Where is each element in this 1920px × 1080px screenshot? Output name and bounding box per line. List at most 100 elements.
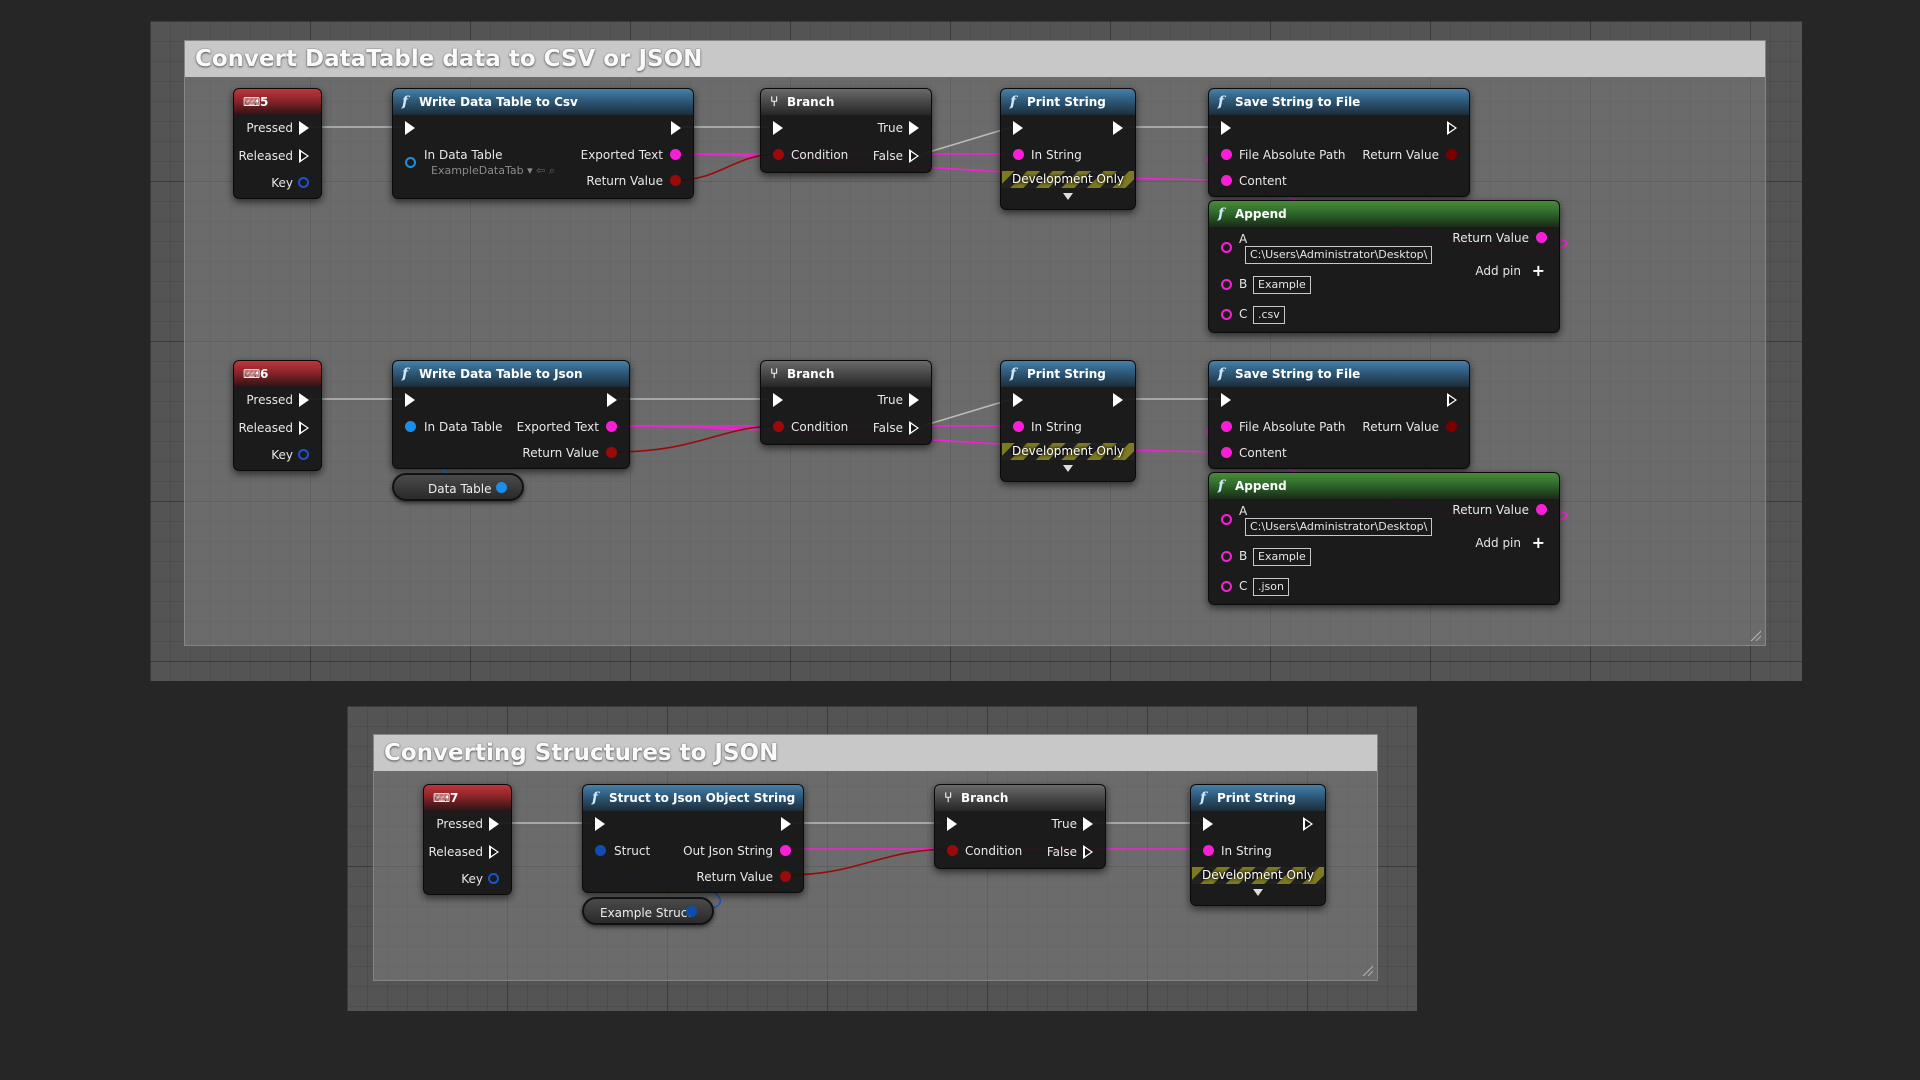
string-pin-return-value[interactable] bbox=[1536, 504, 1547, 515]
bool-pin-return-value[interactable] bbox=[780, 871, 791, 882]
exec-pin-out[interactable] bbox=[607, 393, 617, 407]
exec-pin-out[interactable] bbox=[781, 817, 791, 831]
bool-pin-return-value[interactable] bbox=[670, 175, 681, 186]
exec-pin-in[interactable] bbox=[595, 817, 605, 831]
save-string-to-file-node[interactable]: f Save String to File File Absolute Path … bbox=[1208, 88, 1470, 197]
exec-pin-in[interactable] bbox=[773, 393, 783, 407]
bool-pin-condition[interactable] bbox=[947, 845, 958, 856]
string-pin-b[interactable] bbox=[1221, 279, 1232, 290]
text-input-a[interactable]: C:\Users\Administrator\Desktop\ bbox=[1245, 518, 1433, 536]
print-string-node[interactable]: f Print String In String Development Only bbox=[1000, 88, 1136, 210]
exec-pin-pressed[interactable] bbox=[489, 817, 499, 831]
pin-label-add-pin[interactable]: Add pin bbox=[1475, 536, 1521, 550]
expand-arrow-icon[interactable] bbox=[1253, 889, 1263, 896]
append-node[interactable]: f Append A C:\Users\Administrator\Desktop… bbox=[1208, 472, 1560, 605]
string-pin-a[interactable] bbox=[1221, 514, 1232, 525]
node-title: Print String bbox=[1027, 367, 1106, 381]
string-pin-c[interactable] bbox=[1221, 581, 1232, 592]
object-pin-in-data-table[interactable] bbox=[405, 157, 416, 168]
string-pin-exported-text[interactable] bbox=[670, 149, 681, 160]
struct-pin-struct[interactable] bbox=[595, 845, 606, 856]
string-pin-file-path[interactable] bbox=[1221, 149, 1232, 160]
text-input-c[interactable]: .json bbox=[1253, 578, 1289, 596]
key-event-node[interactable]: ⌨ 6 Pressed Released Key bbox=[233, 360, 322, 471]
comment-title[interactable]: Converting Structures to JSON bbox=[374, 735, 1377, 771]
write-datatable-json-node[interactable]: f Write Data Table to Json In Data Table … bbox=[392, 360, 630, 469]
exec-pin-out[interactable] bbox=[1447, 121, 1457, 135]
exec-pin-pressed[interactable] bbox=[299, 121, 309, 135]
string-pin-return-value[interactable] bbox=[1536, 232, 1547, 243]
resize-grip[interactable] bbox=[1749, 629, 1761, 641]
exec-pin-out[interactable] bbox=[1303, 817, 1313, 831]
write-datatable-csv-node[interactable]: f Write Data Table to Csv In Data Table E… bbox=[392, 88, 694, 199]
exec-pin-released[interactable] bbox=[299, 149, 309, 163]
string-pin-b[interactable] bbox=[1221, 551, 1232, 562]
bool-pin-condition[interactable] bbox=[773, 149, 784, 160]
exec-pin-true[interactable] bbox=[909, 121, 919, 135]
object-pin-in-data-table[interactable] bbox=[405, 421, 416, 432]
save-string-to-file-node[interactable]: f Save String to File File Absolute Path … bbox=[1208, 360, 1470, 469]
print-string-node[interactable]: f Print String In String Development Only bbox=[1190, 784, 1326, 906]
comment-title[interactable]: Convert DataTable data to CSV or JSON bbox=[185, 41, 1765, 77]
string-pin-file-path[interactable] bbox=[1221, 421, 1232, 432]
exec-pin-false[interactable] bbox=[1083, 845, 1093, 859]
text-input-c[interactable]: .csv bbox=[1253, 306, 1285, 324]
bool-pin-condition[interactable] bbox=[773, 421, 784, 432]
string-pin-content[interactable] bbox=[1221, 175, 1232, 186]
asset-dropdown[interactable]: ExampleDataTab ▾ ⇦ ⌕ bbox=[431, 164, 555, 178]
exec-pin-in[interactable] bbox=[1221, 121, 1231, 135]
expand-arrow-icon[interactable] bbox=[1063, 193, 1073, 200]
exec-pin-in[interactable] bbox=[1013, 121, 1023, 135]
exec-pin-in[interactable] bbox=[1221, 393, 1231, 407]
text-input-b[interactable]: Example bbox=[1253, 548, 1311, 566]
exec-pin-in[interactable] bbox=[773, 121, 783, 135]
pin-label-add-pin[interactable]: Add pin bbox=[1475, 264, 1521, 278]
exec-pin-out[interactable] bbox=[1447, 393, 1457, 407]
exec-pin-released[interactable] bbox=[299, 421, 309, 435]
append-node[interactable]: f Append A C:\Users\Administrator\Desktop… bbox=[1208, 200, 1560, 333]
bool-pin-return-value[interactable] bbox=[1446, 421, 1457, 432]
string-pin-in-string[interactable] bbox=[1203, 845, 1214, 856]
key-event-node[interactable]: ⌨ 5 Pressed Released Key bbox=[233, 88, 322, 199]
text-input-a[interactable]: C:\Users\Administrator\Desktop\ bbox=[1245, 246, 1433, 264]
print-string-node[interactable]: f Print String In String Development Only bbox=[1000, 360, 1136, 482]
exec-pin-true[interactable] bbox=[1083, 817, 1093, 831]
struct-pin-key[interactable] bbox=[488, 873, 499, 884]
exec-pin-released[interactable] bbox=[489, 845, 499, 859]
branch-node[interactable]: ⑂ Branch True Condition False bbox=[760, 360, 932, 445]
object-pin-data-table-out[interactable] bbox=[496, 482, 507, 493]
expand-arrow-icon[interactable] bbox=[1063, 465, 1073, 472]
text-input-b[interactable]: Example bbox=[1253, 276, 1311, 294]
exec-pin-in[interactable] bbox=[947, 817, 957, 831]
struct-pin-key[interactable] bbox=[298, 177, 309, 188]
exec-pin-out[interactable] bbox=[1113, 121, 1123, 135]
exec-pin-in[interactable] bbox=[1203, 817, 1213, 831]
exec-pin-false[interactable] bbox=[909, 149, 919, 163]
exec-pin-in[interactable] bbox=[1013, 393, 1023, 407]
string-pin-exported-text[interactable] bbox=[606, 421, 617, 432]
struct-to-json-node[interactable]: f Struct to Json Object String Struct Out… bbox=[582, 784, 804, 893]
exec-pin-true[interactable] bbox=[909, 393, 919, 407]
struct-pin-key[interactable] bbox=[298, 449, 309, 460]
add-pin-plus-icon[interactable]: + bbox=[1532, 263, 1545, 279]
key-event-node[interactable]: ⌨ 7 Pressed Released Key bbox=[423, 784, 512, 895]
add-pin-plus-icon[interactable]: + bbox=[1532, 535, 1545, 551]
string-pin-c[interactable] bbox=[1221, 309, 1232, 320]
bool-pin-return-value[interactable] bbox=[606, 447, 617, 458]
string-pin-a[interactable] bbox=[1221, 242, 1232, 253]
string-pin-content[interactable] bbox=[1221, 447, 1232, 458]
string-pin-in-string[interactable] bbox=[1013, 421, 1024, 432]
bool-pin-return-value[interactable] bbox=[1446, 149, 1457, 160]
exec-pin-in[interactable] bbox=[405, 121, 415, 135]
branch-node[interactable]: ⑂ Branch True Condition False bbox=[934, 784, 1106, 869]
exec-pin-pressed[interactable] bbox=[299, 393, 309, 407]
exec-pin-out[interactable] bbox=[671, 121, 681, 135]
exec-pin-in[interactable] bbox=[405, 393, 415, 407]
resize-grip[interactable] bbox=[1361, 964, 1373, 976]
string-pin-in-string[interactable] bbox=[1013, 149, 1024, 160]
struct-pin-example-out[interactable] bbox=[686, 906, 697, 917]
exec-pin-false[interactable] bbox=[909, 421, 919, 435]
branch-node[interactable]: ⑂ Branch True Condition False bbox=[760, 88, 932, 173]
exec-pin-out[interactable] bbox=[1113, 393, 1123, 407]
string-pin-out-json[interactable] bbox=[780, 845, 791, 856]
